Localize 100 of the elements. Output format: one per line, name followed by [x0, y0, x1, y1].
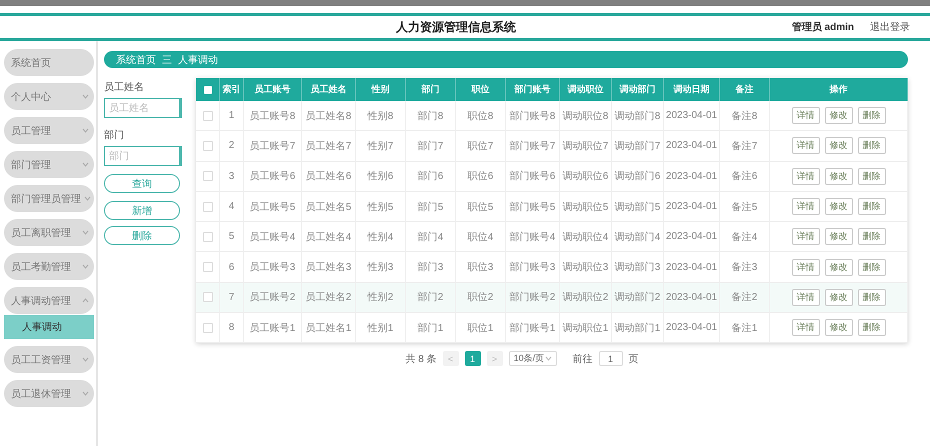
table-cell-text: 调动部门4 — [614, 230, 660, 244]
table-cell-text: 员工姓名6 — [306, 170, 352, 184]
menu-item[interactable]: 员工退休管理 — [4, 380, 94, 407]
page-size-select[interactable]: 10条/页 — [508, 351, 557, 366]
table-cell-text: 员工账号2 — [250, 290, 296, 304]
row-action-button[interactable]: 修改 — [824, 228, 852, 246]
row-action-button[interactable]: 删除 — [858, 198, 886, 216]
table-cell-text: 调动职位1 — [562, 322, 608, 335]
row-action-button[interactable]: 详情 — [792, 258, 820, 276]
table-cell-text: 职位5 — [468, 200, 494, 214]
row-action-button[interactable]: 修改 — [824, 107, 852, 124]
row-checkbox[interactable] — [202, 110, 212, 121]
table-cell-text: 部门2 — [418, 290, 444, 304]
row-action-button[interactable]: 删除 — [858, 319, 886, 336]
menu-item[interactable]: 员工考勤管理 — [4, 253, 94, 280]
menu-item[interactable]: 人事调动管理 — [4, 287, 94, 314]
table-cell-text: 调动职位3 — [562, 261, 608, 274]
row-action-button[interactable]: 删除 — [858, 137, 886, 154]
select-all-checkbox[interactable] — [204, 86, 212, 94]
table-cell-text: 员工姓名1 — [306, 322, 352, 335]
table-cell-text: 员工账号4 — [250, 230, 296, 244]
column-header: 调动职位 — [560, 78, 612, 101]
row-action-button[interactable]: 修改 — [824, 319, 852, 336]
submenu-item[interactable]: 人事调动 — [4, 315, 94, 339]
row-action-button[interactable]: 详情 — [792, 137, 820, 154]
table-cell-text: 员工姓名8 — [306, 110, 352, 123]
total-count: 共 8 条 — [405, 352, 437, 366]
row-checkbox[interactable] — [202, 140, 212, 151]
row-action-button[interactable]: 修改 — [824, 288, 852, 306]
action-button[interactable]: 新增 — [104, 201, 180, 220]
table-cell-text: 职位7 — [468, 140, 494, 153]
row-checkbox[interactable] — [202, 322, 212, 333]
menu-item[interactable]: 部门管理 — [4, 151, 94, 178]
page-button[interactable]: 1 — [464, 351, 481, 366]
action-button[interactable]: 查询 — [104, 174, 180, 193]
row-action-button[interactable]: 详情 — [792, 107, 820, 124]
menu-item[interactable]: 员工离职管理 — [4, 219, 94, 246]
table-cell: 6 — [228, 262, 234, 273]
table-cell-text: 职位1 — [468, 322, 494, 335]
row-action-button[interactable]: 修改 — [824, 137, 852, 154]
table-cell-text: 调动部门8 — [614, 110, 660, 123]
row-action-button[interactable]: 删除 — [858, 107, 886, 124]
table-cell-text: 部门账号6 — [510, 170, 556, 184]
row-action-button[interactable]: 详情 — [792, 228, 820, 246]
table-cell: 3 — [228, 170, 234, 182]
table-cell-text: 性别8 — [368, 110, 394, 123]
row-checkbox[interactable] — [202, 232, 212, 242]
table-cell-text: 调动部门6 — [614, 170, 660, 184]
table-cell-text: 调动职位8 — [562, 110, 608, 123]
table-cell-text: 部门账号1 — [510, 322, 556, 335]
row-action-button[interactable]: 删除 — [858, 168, 886, 185]
table-cell: 2023-04-01 — [666, 262, 718, 273]
row-checkbox[interactable] — [202, 262, 212, 272]
row-action-button[interactable]: 详情 — [792, 288, 820, 306]
row-checkbox[interactable] — [202, 171, 212, 182]
menu-item[interactable]: 员工管理 — [4, 117, 94, 144]
row-action-button[interactable]: 删除 — [858, 288, 886, 306]
row-checkbox[interactable] — [202, 292, 212, 302]
input-field[interactable]: 员工姓名 — [104, 98, 182, 118]
table-cell-text: 部门账号4 — [510, 230, 556, 244]
table-cell-text: 部门5 — [418, 200, 444, 214]
row-action-button[interactable]: 详情 — [792, 319, 820, 336]
table-cell-text: 调动部门7 — [614, 140, 660, 153]
table-cell-text: 部门账号7 — [510, 140, 556, 153]
table-cell: 2023-04-01 — [666, 231, 718, 242]
table-cell-text: 调动职位2 — [562, 291, 608, 304]
row-checkbox[interactable] — [202, 202, 212, 212]
page-suffix: 页 — [628, 352, 639, 366]
row-action-button[interactable]: 修改 — [824, 168, 852, 185]
menu-item[interactable]: 员工工资管理 — [4, 346, 94, 373]
table-cell-text: 员工姓名5 — [306, 200, 352, 214]
user-label: 管理员 admin — [792, 20, 854, 34]
menu-item[interactable]: 部门管理员管理 — [4, 185, 94, 212]
column-header: 调动部门 — [612, 78, 664, 101]
page-input[interactable]: 1 — [598, 351, 623, 366]
table-cell-text: 部门账号3 — [510, 260, 556, 274]
table-cell: 2023-04-01 — [666, 292, 718, 303]
chevron-down-icon — [544, 356, 552, 362]
row-action-button[interactable]: 详情 — [792, 198, 820, 216]
table-cell: 2023-04-01 — [666, 201, 718, 212]
breadcrumb-link[interactable]: 人事调动 — [178, 52, 218, 66]
table-cell-text: 调动部门1 — [614, 322, 660, 335]
menu-item[interactable]: 个人中心 — [4, 83, 94, 110]
column-header: 员工姓名 — [302, 78, 356, 101]
logout-link[interactable]: 退出登录 — [870, 20, 910, 34]
breadcrumb-separator: 三 — [162, 54, 172, 66]
app-title: 人力资源管理信息系统 — [394, 18, 517, 36]
input-field[interactable]: 部门 — [104, 146, 182, 166]
field-label: 员工姓名 — [104, 81, 145, 94]
row-action-button[interactable]: 删除 — [858, 258, 886, 276]
table-cell: 5 — [228, 231, 234, 242]
table-cell-text: 员工账号1 — [250, 322, 296, 335]
action-button[interactable]: 删除 — [104, 226, 180, 245]
table-cell-text: 备注2 — [732, 290, 758, 304]
row-action-button[interactable]: 详情 — [792, 168, 820, 185]
breadcrumb-link[interactable]: 系统首页 — [116, 52, 156, 66]
row-action-button[interactable]: 修改 — [824, 198, 852, 216]
row-action-button[interactable]: 修改 — [824, 258, 852, 276]
row-action-button[interactable]: 删除 — [858, 228, 886, 246]
menu-item[interactable]: 系统首页 — [4, 49, 94, 76]
